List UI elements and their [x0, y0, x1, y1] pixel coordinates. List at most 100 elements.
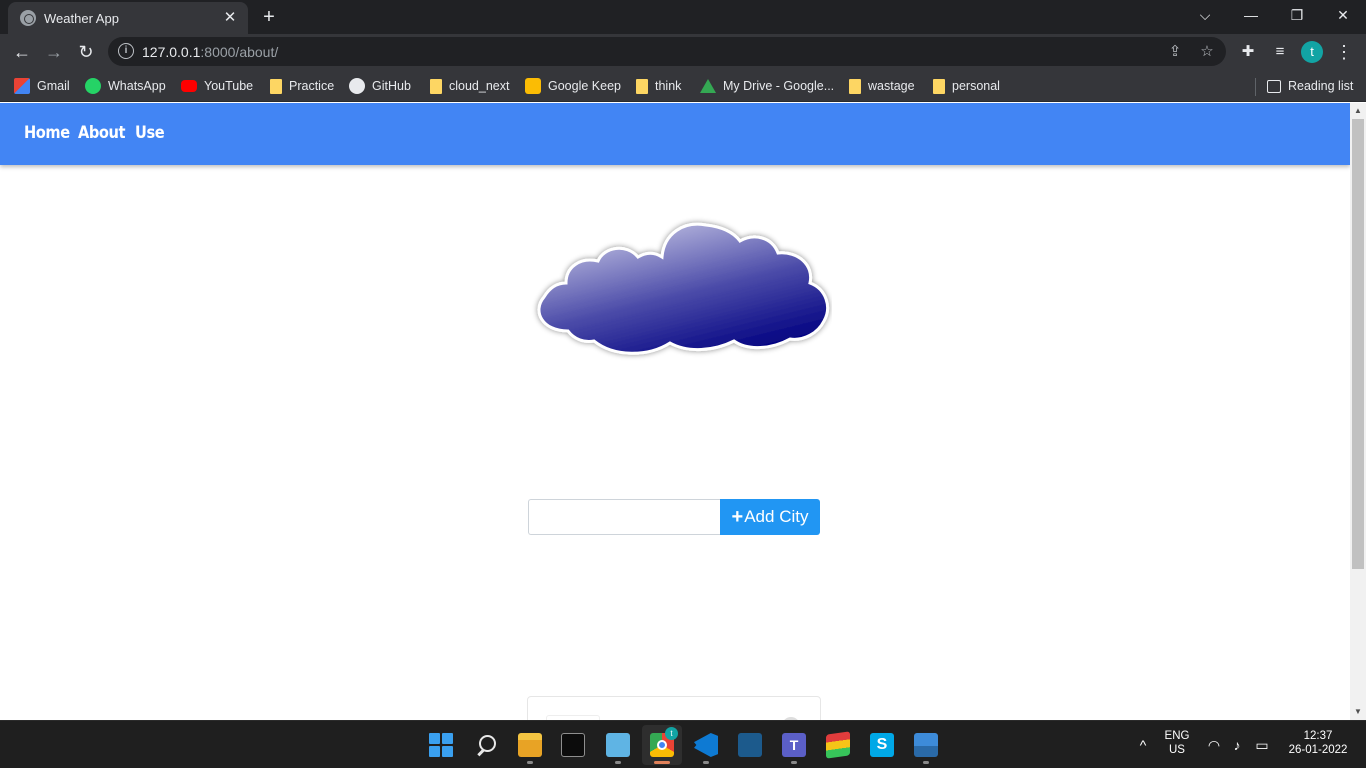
- tab-strip: Weather App ✕ + ⌵ — ❐ ✕: [0, 0, 1366, 34]
- tab-search-button[interactable]: ⌵: [1182, 0, 1228, 30]
- page-scrollbar[interactable]: ▲ ▼: [1350, 103, 1366, 720]
- running-indicator: [527, 761, 533, 764]
- taskbar-bluestacks[interactable]: [818, 725, 858, 765]
- taskbar-photos[interactable]: [906, 725, 946, 765]
- media-control-icon[interactable]: ≡: [1266, 38, 1294, 66]
- windows-start-icon: [429, 733, 453, 757]
- search-icon: [474, 733, 498, 757]
- bookmark-think[interactable]: think: [636, 76, 681, 96]
- volume-icon[interactable]: ♪: [1228, 736, 1246, 754]
- skype-icon: S: [870, 733, 894, 757]
- taskbar-mysql-workbench[interactable]: [730, 725, 770, 765]
- folder-icon: [849, 78, 861, 94]
- share-icon[interactable]: ⇪: [1165, 42, 1185, 62]
- add-city-label: Add City: [744, 507, 809, 526]
- battery-icon[interactable]: ▭: [1253, 736, 1271, 754]
- folder-icon: [636, 78, 648, 94]
- scroll-down-arrow-icon[interactable]: ▼: [1350, 704, 1366, 720]
- notepad-icon: [606, 733, 630, 757]
- windows-taskbar: t T S ^ ENG US ◠ ♪ ▭ 12:37 26-01-2022: [0, 720, 1366, 768]
- gmail-icon: [14, 78, 30, 94]
- scroll-up-arrow-icon[interactable]: ▲: [1350, 103, 1366, 119]
- cloud-icon: [537, 222, 829, 355]
- bookmark-youtube[interactable]: YouTube: [181, 76, 253, 96]
- menu-kebab-icon[interactable]: ⋮: [1330, 38, 1358, 66]
- bookmark-cloud-next[interactable]: cloud_next: [430, 76, 509, 96]
- back-button[interactable]: ←: [8, 38, 36, 66]
- tray-chevron-icon[interactable]: ^: [1134, 736, 1152, 754]
- bookmark-google-keep[interactable]: Google Keep: [525, 76, 621, 96]
- nav-link-about[interactable]: About: [78, 123, 125, 143]
- reload-button[interactable]: ↻: [72, 38, 100, 66]
- start-button[interactable]: [421, 725, 461, 765]
- bookmark-github[interactable]: GitHub: [349, 76, 411, 96]
- taskbar-teams[interactable]: T: [774, 725, 814, 765]
- city-input[interactable]: [528, 499, 721, 535]
- forward-button[interactable]: →: [40, 38, 68, 66]
- taskbar-notepad[interactable]: [598, 725, 638, 765]
- youtube-icon: [181, 80, 197, 92]
- profile-badge: t: [665, 727, 678, 740]
- page-viewport: Home About Use + Add City: [0, 103, 1350, 720]
- bookmark-star-icon[interactable]: ☆: [1197, 42, 1217, 62]
- address-bar[interactable]: i 127.0.0.1:8000/about/ ⇪ ☆: [108, 37, 1226, 66]
- nav-link-use[interactable]: Use: [135, 123, 165, 143]
- site-info-icon[interactable]: i: [118, 43, 134, 59]
- taskbar-skype[interactable]: S: [862, 725, 902, 765]
- teams-icon: T: [782, 733, 806, 757]
- keep-icon: [525, 78, 541, 94]
- globe-icon: [20, 10, 36, 26]
- bookmark-gmail[interactable]: Gmail: [14, 76, 70, 96]
- terminal-icon: [561, 733, 585, 757]
- folder-icon: [430, 78, 442, 94]
- bookmark-wastage[interactable]: wastage: [849, 76, 915, 96]
- bookmark-practice[interactable]: Practice: [270, 76, 334, 96]
- site-navbar: Home About Use: [0, 103, 1350, 165]
- bookmark-my-drive[interactable]: My Drive - Google...: [700, 76, 834, 96]
- drive-icon: [700, 79, 716, 93]
- minimize-button[interactable]: —: [1228, 0, 1274, 30]
- scrollbar-thumb[interactable]: [1352, 119, 1364, 569]
- bookmark-personal[interactable]: personal: [933, 76, 1000, 96]
- github-icon: [349, 78, 365, 94]
- clock[interactable]: 12:37 26-01-2022: [1282, 730, 1354, 768]
- language-indicator[interactable]: ENG US: [1160, 730, 1194, 768]
- running-indicator: [791, 761, 797, 764]
- folder-icon: [518, 733, 542, 757]
- bookmarks-bar: Gmail WhatsApp YouTube Practice GitHub c…: [0, 70, 1366, 102]
- taskbar-file-explorer[interactable]: [510, 725, 550, 765]
- nav-link-home[interactable]: Home: [24, 123, 70, 143]
- new-tab-button[interactable]: +: [258, 6, 280, 28]
- add-city-form: + Add City: [528, 499, 820, 535]
- reading-list-button[interactable]: Reading list: [1267, 76, 1353, 96]
- search-button[interactable]: [466, 725, 506, 765]
- close-window-button[interactable]: ✕: [1320, 0, 1366, 30]
- profile-avatar[interactable]: t: [1301, 41, 1323, 63]
- url-text[interactable]: 127.0.0.1:8000/about/: [142, 44, 278, 60]
- bookmarks-divider: [1255, 78, 1256, 96]
- restore-button[interactable]: ❐: [1274, 0, 1320, 30]
- plus-icon: +: [731, 506, 744, 528]
- browser-toolbar: ← → ↻ i 127.0.0.1:8000/about/ ⇪ ☆ ✚ ≡ t …: [0, 34, 1366, 70]
- extensions-icon[interactable]: ✚: [1234, 38, 1262, 66]
- bluestacks-icon: [826, 731, 850, 759]
- active-indicator: [654, 761, 670, 764]
- tab-close-icon[interactable]: ✕: [220, 8, 240, 28]
- taskbar-terminal[interactable]: [553, 725, 593, 765]
- photos-icon: [914, 733, 938, 757]
- add-city-button[interactable]: + Add City: [720, 499, 820, 535]
- running-indicator: [615, 761, 621, 764]
- taskbar-chrome[interactable]: t: [642, 725, 682, 765]
- mysql-icon: [738, 733, 762, 757]
- taskbar-vscode[interactable]: [686, 725, 726, 765]
- folder-icon: [270, 78, 282, 94]
- tab-title: Weather App: [44, 11, 119, 26]
- folder-icon: [933, 78, 945, 94]
- tab-weather-app[interactable]: Weather App ✕: [8, 2, 248, 34]
- wifi-icon[interactable]: ◠: [1205, 736, 1223, 754]
- running-indicator: [923, 761, 929, 764]
- reading-list-icon: [1267, 79, 1281, 93]
- city-weather-card: [527, 696, 821, 720]
- bookmark-whatsapp[interactable]: WhatsApp: [85, 76, 166, 96]
- whatsapp-icon: [85, 78, 101, 94]
